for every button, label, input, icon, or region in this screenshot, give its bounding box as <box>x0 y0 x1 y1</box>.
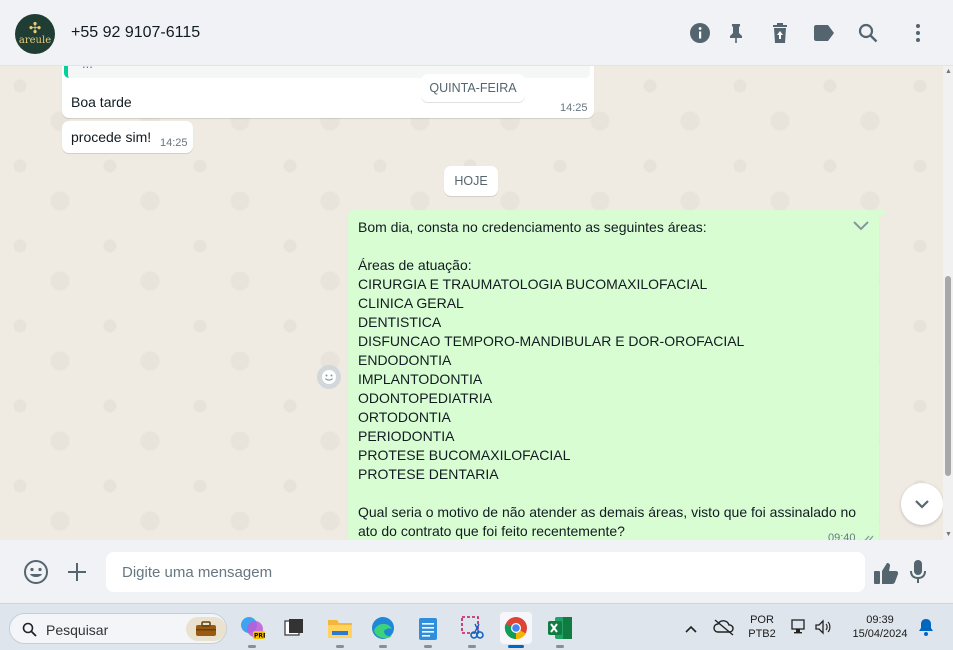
running-indicator <box>424 645 432 648</box>
clock-date: 15/04/2024 <box>852 628 908 640</box>
kebab-menu-icon[interactable] <box>905 20 931 46</box>
brand-logo-icon: ✣ <box>28 20 42 37</box>
chevron-down-icon <box>915 500 929 509</box>
avatar-brand-text: areule <box>18 35 52 46</box>
keyboard-language[interactable]: POR PTB2 <box>745 613 779 641</box>
scrollbar-thumb[interactable] <box>945 276 951 476</box>
chat-scrollbar[interactable]: ▲ ▼ <box>943 66 953 540</box>
attach-plus-icon[interactable] <box>63 558 91 586</box>
day-divider: HOJE <box>444 166 498 196</box>
pin-icon[interactable] <box>723 20 749 46</box>
keyboard-layout: PTB2 <box>748 628 776 640</box>
scroll-down-arrow-icon[interactable]: ▼ <box>945 531 952 538</box>
briefcase-icon <box>186 617 226 641</box>
excel-icon[interactable] <box>544 612 576 648</box>
snipping-tool-icon[interactable] <box>456 612 488 648</box>
label-icon[interactable] <box>811 20 837 46</box>
clock-time: 09:39 <box>866 614 894 626</box>
incoming-message[interactable]: procede sim! 14:25 <box>62 121 193 153</box>
running-indicator <box>508 645 524 648</box>
svg-text:PRE: PRE <box>254 633 265 640</box>
running-indicator <box>248 645 256 648</box>
emoji-icon[interactable] <box>22 558 50 586</box>
task-view-icon[interactable] <box>278 612 310 644</box>
file-explorer-icon[interactable] <box>324 612 356 648</box>
contact-avatar[interactable]: ✣ areule <box>15 14 55 54</box>
chat-area[interactable]: ... Boa tarde 14:25 QUINTA-FEIRA procede… <box>0 66 953 540</box>
message-input[interactable] <box>106 552 865 592</box>
smiley-icon <box>322 370 336 384</box>
copilot-icon[interactable]: PRE <box>236 612 268 648</box>
scroll-to-bottom-button[interactable] <box>901 483 943 525</box>
message-text: Boa tarde <box>71 94 132 110</box>
chevron-down-icon[interactable] <box>851 218 871 234</box>
message-text: Bom dia, consta no credenciamento as seg… <box>358 219 857 539</box>
react-emoji-button[interactable] <box>317 365 341 389</box>
message-text: procede sim! <box>71 129 152 145</box>
taskbar-search-box[interactable]: Pesquisar <box>9 613 227 644</box>
clock[interactable]: 09:39 15/04/2024 <box>842 613 918 641</box>
chat-header: ✣ areule +55 92 9107-6115 <box>0 0 953 66</box>
trash-icon[interactable] <box>767 20 793 46</box>
message-time: 14:25 <box>160 137 188 149</box>
volume-icon[interactable] <box>814 618 832 641</box>
tray-overflow-chevron-up-icon[interactable] <box>684 621 698 639</box>
search-icon[interactable] <box>855 20 881 46</box>
double-check-icon <box>859 532 874 540</box>
running-indicator <box>556 645 564 648</box>
message-time: 14:25 <box>560 102 588 114</box>
language-code: POR <box>750 614 774 626</box>
info-icon[interactable] <box>687 20 713 46</box>
running-indicator <box>379 645 387 648</box>
taskbar-search-label: Pesquisar <box>46 622 109 638</box>
running-indicator <box>336 645 344 648</box>
day-divider: QUINTA-FEIRA <box>421 74 525 102</box>
scroll-up-arrow-icon[interactable]: ▲ <box>945 68 952 75</box>
windows-taskbar: Pesquisar PRE POR PTB2 <box>0 603 953 650</box>
running-indicator <box>468 645 476 648</box>
notepad-icon[interactable] <box>412 612 444 648</box>
onedrive-off-icon[interactable] <box>713 618 735 641</box>
contact-name[interactable]: +55 92 9107-6115 <box>71 24 200 42</box>
bubble-tail <box>878 210 887 219</box>
message-time: 09:40 <box>828 532 856 540</box>
thumbs-up-icon[interactable] <box>872 559 900 587</box>
notification-bell-icon[interactable] <box>918 617 934 642</box>
network-icon[interactable] <box>790 618 808 641</box>
outgoing-message[interactable]: Bom dia, consta no credenciamento as seg… <box>348 210 887 540</box>
quoted-text: ... <box>82 66 93 71</box>
chrome-icon[interactable] <box>500 612 532 648</box>
search-icon <box>22 622 37 642</box>
microphone-icon[interactable] <box>904 558 932 586</box>
message-composer <box>0 540 953 603</box>
edge-icon[interactable] <box>367 612 399 648</box>
